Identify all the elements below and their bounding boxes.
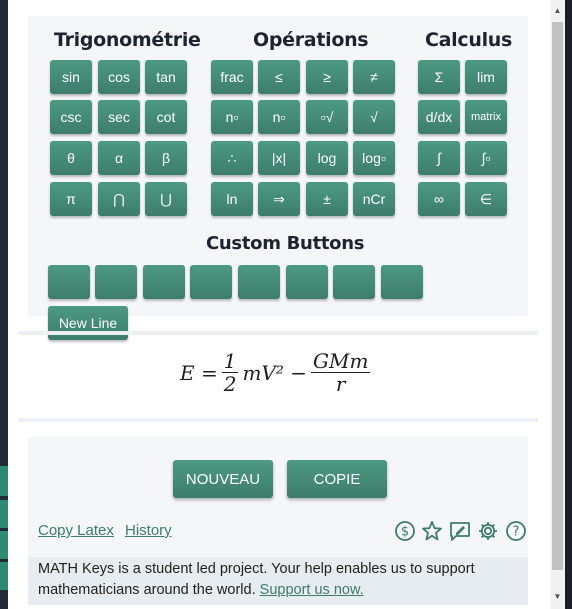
background-strip — [0, 562, 8, 590]
divider — [18, 418, 538, 422]
fraction-denominator: r — [335, 372, 346, 396]
trig-key[interactable]: cot — [145, 100, 187, 134]
heading-trig: Trigonométrie — [54, 29, 201, 51]
custom-button-5[interactable] — [238, 265, 280, 299]
star-icon[interactable] — [421, 520, 443, 542]
trig-key[interactable]: θ — [50, 141, 92, 175]
gear-icon[interactable] — [477, 520, 499, 542]
trig-key[interactable]: π — [50, 182, 92, 216]
support-notice: MATH Keys is a student led project. Your… — [28, 557, 528, 605]
operation-key[interactable]: log▫ — [353, 141, 395, 175]
divider — [18, 331, 538, 335]
calculus-key[interactable]: d/dx — [418, 100, 460, 134]
operation-key[interactable]: log — [306, 141, 348, 175]
custom-button-1[interactable] — [48, 265, 90, 299]
operation-key[interactable]: ∴ — [211, 141, 253, 175]
custom-button-7[interactable] — [333, 265, 375, 299]
scroll-down-icon[interactable]: ▼ — [550, 590, 565, 604]
calculus-key[interactable]: ∞ — [418, 182, 460, 216]
background-strip — [0, 531, 8, 559]
operation-key[interactable]: ≤ — [258, 60, 300, 94]
heading-custom-buttons: Custom Buttons — [206, 233, 365, 254]
custom-button-6[interactable] — [286, 265, 328, 299]
copie-button[interactable]: COPIE — [287, 460, 387, 498]
notice-text: MATH Keys is a student led project. Your… — [38, 561, 475, 598]
trig-key[interactable]: ⋂ — [98, 182, 140, 216]
trig-key[interactable]: cos — [98, 60, 140, 94]
history-link[interactable]: History — [125, 522, 172, 539]
custom-button-3[interactable] — [143, 265, 185, 299]
trig-key[interactable]: sec — [98, 100, 140, 134]
custom-button-4[interactable] — [190, 265, 232, 299]
svg-text:?: ? — [513, 525, 520, 540]
calculus-key[interactable]: matrix — [465, 100, 507, 134]
background-strip — [0, 466, 8, 496]
calculus-key[interactable]: lim — [465, 60, 507, 94]
heading-calculus: Calculus — [425, 29, 513, 51]
fraction-gmm: GMm r — [311, 349, 371, 396]
operation-key[interactable]: nCr — [353, 182, 395, 216]
dollar-circle-icon[interactable]: $ — [394, 520, 416, 542]
background-page-right — [565, 0, 572, 609]
operation-key[interactable]: n▫ — [258, 100, 300, 134]
operation-key[interactable]: ⇒ — [258, 182, 300, 216]
operation-key[interactable]: ≠ — [353, 60, 395, 94]
operation-key[interactable]: |x| — [258, 141, 300, 175]
svg-text:$: $ — [401, 525, 409, 540]
operation-key[interactable]: √ — [353, 100, 395, 134]
scroll-thumb[interactable] — [552, 22, 563, 570]
operation-key[interactable]: ▫√ — [306, 100, 348, 134]
operation-key[interactable]: ln — [211, 182, 253, 216]
calculus-key[interactable]: ∫▫ — [465, 141, 507, 175]
calculus-key[interactable]: ∫ — [418, 141, 460, 175]
support-link[interactable]: Support us now. — [260, 582, 364, 598]
trig-key[interactable]: ⋃ — [145, 182, 187, 216]
trig-key[interactable]: sin — [50, 60, 92, 94]
heading-operations: Opérations — [253, 29, 369, 51]
operation-key[interactable]: n▫ — [211, 100, 253, 134]
trig-key[interactable]: csc — [50, 100, 92, 134]
fraction-half: 1 2 — [221, 349, 239, 396]
fraction-numerator: 1 — [221, 349, 239, 373]
calculus-key[interactable]: ∈ — [465, 182, 507, 216]
calculus-key[interactable]: Σ — [418, 60, 460, 94]
equation-middle: mV² − — [242, 360, 307, 385]
help-icon[interactable]: ? — [505, 520, 527, 542]
nouveau-button[interactable]: NOUVEAU — [173, 460, 273, 498]
trig-key[interactable]: β — [145, 141, 187, 175]
copy-latex-link[interactable]: Copy Latex — [38, 522, 114, 539]
equation-lhs: E = — [180, 360, 218, 385]
scrollbar[interactable]: ▲ ▼ — [550, 0, 565, 609]
trig-key[interactable]: tan — [145, 60, 187, 94]
operation-key[interactable]: frac — [211, 60, 253, 94]
fraction-numerator: GMm — [311, 349, 371, 373]
trig-key[interactable]: α — [98, 141, 140, 175]
feedback-icon[interactable] — [449, 520, 471, 542]
scroll-up-icon[interactable]: ▲ — [550, 4, 565, 18]
background-strip — [0, 500, 8, 528]
operation-key[interactable]: ≥ — [306, 60, 348, 94]
operation-key[interactable]: ± — [306, 182, 348, 216]
equation-display[interactable]: E = 1 2 mV² − GMm r — [180, 350, 374, 395]
custom-button-8[interactable] — [381, 265, 423, 299]
fraction-denominator: 2 — [223, 372, 237, 396]
custom-button-2[interactable] — [95, 265, 137, 299]
